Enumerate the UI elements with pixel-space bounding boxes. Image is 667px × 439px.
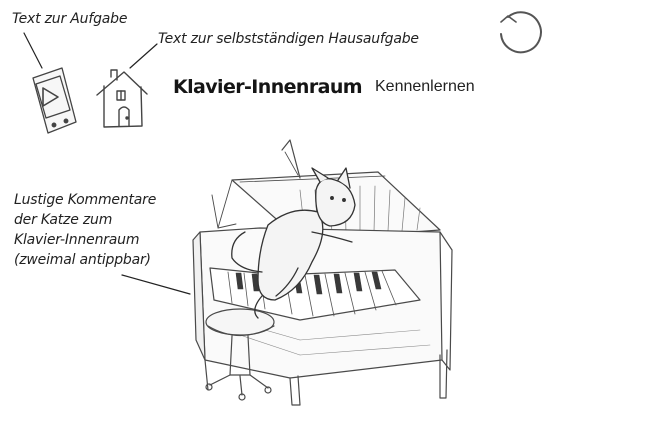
sketch-canvas — [23, 11, 542, 406]
reload-icon[interactable] — [500, 11, 542, 54]
house-icon[interactable] — [96, 69, 148, 128]
audio-player-icon[interactable] — [32, 67, 77, 134]
piano-cat-illustration — [192, 139, 453, 406]
